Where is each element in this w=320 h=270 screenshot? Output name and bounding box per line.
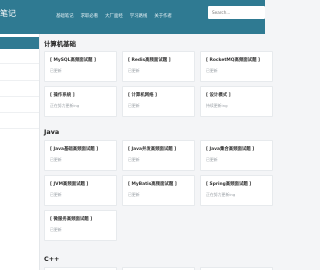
card-status: 持续更新ing (206, 103, 228, 108)
card-status: 正在努力更新ing (206, 192, 236, 197)
note-card[interactable]: [ 操作系统 ] 正在努力更新ing (44, 86, 117, 117)
card-status: 已更新 (206, 68, 218, 73)
sidebar-divider (0, 80, 39, 81)
card-title: [ Redis高频面试题 ] (128, 58, 171, 63)
card-title: [ MySQL高频面试题 ] (50, 58, 96, 63)
search-box (208, 6, 265, 19)
card-status: 已更新 (128, 192, 140, 197)
section-title: Java (44, 128, 60, 136)
sidebar-divider (0, 63, 39, 64)
note-card[interactable]: [ Spring高频面试题 ] 正在努力更新ing (200, 175, 273, 206)
nav-item-roadmap[interactable]: 学习路线 (130, 13, 148, 19)
note-card[interactable]: [ 微服务高频面试题 ] 已更新 (44, 210, 117, 241)
card-title: [ Java并发高频面试题 ] (128, 147, 177, 152)
site-brand[interactable]: 笔记 (0, 8, 16, 19)
nav-item-job-guide[interactable]: 求职必看 (81, 13, 99, 19)
top-navbar: 笔记 基础笔记 求职必看 大厂面经 学习路线 关于作者 (0, 0, 265, 34)
note-card[interactable]: [ Java并发高频面试题 ] 已更新 (122, 140, 195, 171)
section-title: 计算机基础 (44, 40, 76, 48)
card-title: [ Java基础高频面试题 ] (50, 147, 99, 152)
note-card[interactable]: [ MyBatis高频面试题 ] 已更新 (122, 175, 195, 206)
nav-item-basics[interactable]: 基础笔记 (56, 13, 74, 19)
main-nav: 基础笔记 求职必看 大厂面经 学习路线 关于作者 (56, 13, 172, 19)
card-title: [ 设计模式 ] (206, 93, 231, 98)
card-status: 已更新 (50, 227, 62, 232)
sidebar-active-item[interactable] (0, 37, 39, 49)
nav-item-about[interactable]: 关于作者 (154, 13, 172, 19)
card-title: [ Spring高频面试题 ] (206, 182, 252, 187)
card-title: [ 操作系统 ] (50, 93, 75, 98)
card-status: 已更新 (128, 103, 140, 108)
card-title: [ JVM高频面试题 ] (50, 182, 89, 187)
nav-item-interviews[interactable]: 大厂面经 (105, 13, 123, 19)
main-content: 计算机基础 [ MySQL高频面试题 ] 已更新 [ Redis高频面试题 ] … (40, 34, 273, 270)
card-status: 已更新 (128, 157, 140, 162)
note-card[interactable]: [ MySQL高频面试题 ] 已更新 (44, 51, 117, 82)
card-status: 已更新 (50, 68, 62, 73)
note-card[interactable]: [ JVM高频面试题 ] 已更新 (44, 175, 117, 206)
card-status: 已更新 (50, 157, 62, 162)
sidebar-divider (0, 128, 39, 129)
card-status: 正在努力更新ing (50, 103, 80, 108)
note-card[interactable]: [ Java集合高频面试题 ] 已更新 (200, 140, 273, 171)
card-title: [ Java集合高频面试题 ] (206, 147, 255, 152)
card-status: 已更新 (206, 157, 218, 162)
note-card[interactable]: [ Redis高频面试题 ] 已更新 (122, 51, 195, 82)
card-title: [ 计算机网络 ] (128, 93, 158, 98)
sidebar-divider (0, 112, 39, 113)
note-card[interactable]: [ 计算机网络 ] 已更新 (122, 86, 195, 117)
sidebar-divider (0, 96, 39, 97)
card-status: 已更新 (128, 68, 140, 73)
card-title: [ RocketMQ高频面试题 ] (206, 58, 261, 63)
note-card[interactable]: [ Java基础高频面试题 ] 已更新 (44, 140, 117, 171)
card-title: [ 微服务高频面试题 ] (50, 217, 93, 222)
card-status: 已更新 (50, 192, 62, 197)
search-input[interactable] (212, 10, 261, 15)
note-card[interactable]: [ 设计模式 ] 持续更新ing (200, 86, 273, 117)
card-title: [ MyBatis高频面试题 ] (128, 182, 177, 187)
section-title: C++ (44, 255, 60, 263)
sidebar (0, 34, 40, 270)
note-card[interactable]: [ RocketMQ高频面试题 ] 已更新 (200, 51, 273, 82)
